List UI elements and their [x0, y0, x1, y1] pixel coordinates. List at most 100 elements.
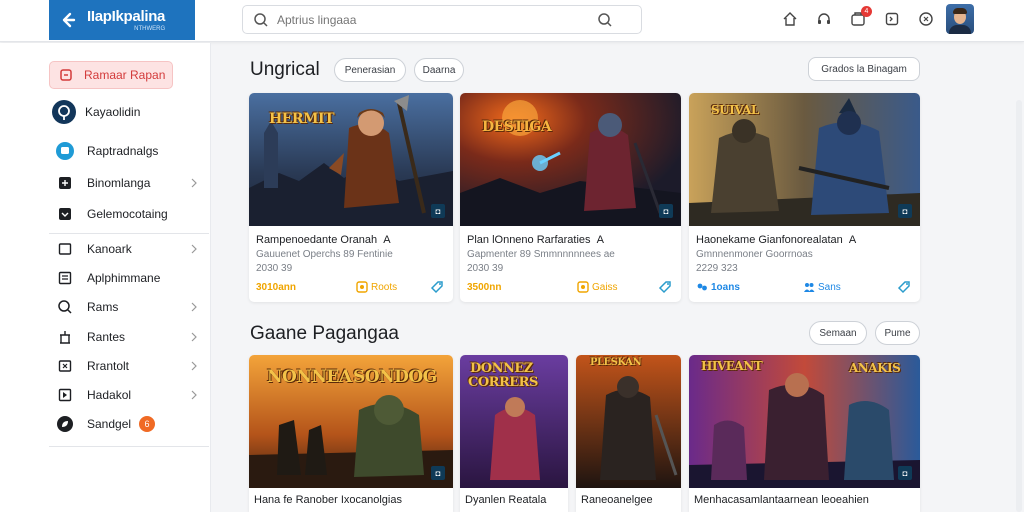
card-title: Raneoanelgee: [581, 494, 653, 506]
coin-icon: [356, 281, 368, 293]
user-avatar[interactable]: [946, 4, 974, 34]
game-logo-text: HIVEANT: [701, 359, 763, 373]
game-logo-text: SUIVAL: [711, 103, 759, 117]
game-artwork: HIVEANT ANAKIS ◘: [689, 355, 920, 488]
tag-icon[interactable]: [896, 279, 912, 295]
sidebar-item-rrantolt[interactable]: Rrantolt: [49, 353, 199, 379]
back-arrow-icon[interactable]: [57, 9, 79, 31]
card-title: Haonekame Gianfonorealatan A: [696, 234, 857, 246]
square-icon: [55, 239, 75, 259]
platform-icon: ◘: [898, 204, 912, 218]
tag-icon[interactable]: [657, 279, 673, 295]
game-artwork: PLESKAN: [576, 355, 681, 488]
game-card[interactable]: DONNEZ CORRERS Dyanlen Reatala: [460, 355, 568, 512]
sandgel-count-badge: 6: [139, 416, 156, 432]
notification-badge: 4: [861, 6, 872, 17]
card-price: 3500nn: [467, 281, 502, 293]
sidebar-item-label: Rantes: [87, 330, 126, 344]
chevron-right-icon: [191, 178, 197, 188]
sidebar-item-kayaolidin[interactable]: Kayaolidin: [49, 99, 199, 125]
sidebar-item-raptradnalgs[interactable]: Raptradnalgs: [49, 138, 199, 164]
sidebar-item-active[interactable]: Ramaar Rapan: [49, 61, 173, 89]
footprint-icon: [697, 283, 707, 291]
card-rating: Gaiss: [577, 281, 618, 293]
card-title: Plan lOnneno Rarfaraties A: [467, 234, 604, 246]
grid-icon: [55, 173, 75, 193]
coin-icon: [577, 281, 589, 293]
game-card[interactable]: NONNEA SONDOG ◘ Hana fe Ranober Ixocanol…: [249, 355, 453, 512]
tag-icon[interactable]: [429, 279, 445, 295]
calendar-icon: [55, 356, 75, 376]
game-logo-text: PLESKAN: [590, 357, 642, 368]
game-artwork: SUIVAL ◘: [689, 93, 920, 226]
sidebar-item-binomlanga[interactable]: Binomlanga: [49, 170, 199, 196]
filter-button[interactable]: Semaan: [809, 321, 867, 345]
card-rating: Sans: [803, 281, 841, 293]
search-submit-icon[interactable]: [597, 12, 613, 28]
sidebar-item-label: Gelemocotaing: [87, 207, 168, 221]
sidebar-item-rantes[interactable]: Rantes: [49, 324, 199, 350]
game-logo-text: DESTIGA: [482, 119, 552, 135]
compass-icon: [51, 99, 77, 125]
filter-button[interactable]: Pume: [875, 321, 920, 345]
section-title: Gaane Pagangaa: [250, 323, 399, 344]
chevron-right-icon: [191, 390, 197, 400]
tower-icon: [55, 327, 75, 347]
headset-icon[interactable]: [814, 9, 834, 29]
sidebar-item-aplphimmane[interactable]: Aplphimmane: [49, 265, 199, 291]
sidebar-item-label: Hadakol: [87, 388, 132, 402]
chevron-right-icon: [191, 244, 197, 254]
game-artwork: NONNEA SONDOG ◘: [249, 355, 453, 488]
search-icon: [254, 12, 268, 27]
scrollbar[interactable]: [1016, 100, 1022, 512]
section-title: Ungrical: [250, 59, 320, 80]
game-logo-text: CORRERS: [468, 375, 538, 390]
sidebar-item-gelemocotaing[interactable]: Gelemocotaing: [49, 201, 199, 227]
sidebar-item-rams[interactable]: Rams: [49, 294, 199, 320]
sidebar-item-label: Ramaar Rapan: [84, 68, 166, 82]
game-card[interactable]: HERMIT ◘ Rampenoedante Oranah A Gauuenet…: [249, 93, 453, 302]
platform-icon: ◘: [431, 204, 445, 218]
sidebar-item-kanoark[interactable]: Kanoark: [49, 236, 199, 262]
game-card[interactable]: DESTIGA ◘ Plan lOnneno Rarfaraties A Gap…: [460, 93, 681, 302]
view-all-button[interactable]: Grados la Binagam: [808, 57, 920, 81]
home-icon[interactable]: [780, 9, 800, 29]
logo-title: IIapIkpalina: [87, 7, 166, 25]
game-card[interactable]: HIVEANT ANAKIS ◘ Menhacasamlantaarnean l…: [689, 355, 920, 512]
chat-icon: [55, 141, 75, 161]
chevron-right-icon: [191, 302, 197, 312]
play-icon: [55, 385, 75, 405]
search-input[interactable]: [277, 12, 597, 27]
filter-button[interactable]: Penerasian: [334, 58, 406, 82]
bookmark-icon[interactable]: [882, 9, 902, 29]
sidebar-item-hadakol[interactable]: Hadakol: [49, 382, 199, 408]
game-logo-text: ANAKIS: [849, 361, 901, 375]
card-title: Dyanlen Reatala: [465, 494, 547, 506]
settings-icon[interactable]: [916, 9, 936, 29]
platform-icon: ◘: [898, 466, 912, 480]
game-card[interactable]: SUIVAL ◘ Haonekame Gianfonorealatan A Gm…: [689, 93, 920, 302]
notifications-icon[interactable]: 4: [848, 6, 872, 29]
list-icon: [55, 268, 75, 288]
sidebar-item-sandgel[interactable]: Sandgel 6: [49, 411, 199, 437]
chevron-right-icon: [191, 332, 197, 342]
filter-button[interactable]: Daarna: [414, 58, 464, 82]
game-card[interactable]: PLESKAN Raneoanelgee: [576, 355, 681, 512]
sidebar: Ramaar Rapan Kayaolidin Raptradnalgs Bin…: [0, 43, 211, 512]
card-price: 3010ann: [256, 281, 297, 293]
sidebar-item-label: Sandgel: [87, 417, 132, 431]
leaf-icon: [55, 414, 75, 434]
card-date: 2030 39: [256, 263, 293, 274]
card-date: 2030 39: [467, 263, 504, 274]
folder-icon: [56, 65, 76, 85]
logo-subtitle: NTHWERG: [134, 25, 166, 32]
sidebar-item-label: Kayaolidin: [85, 105, 141, 119]
card-title: Menhacasamlantaarnean leoeahien: [694, 494, 869, 506]
app-logo[interactable]: IIapIkpalina NTHWERG: [49, 0, 195, 40]
search-bar[interactable]: [242, 5, 642, 34]
sidebar-item-label: Rrantolt: [87, 359, 130, 373]
card-title: Hana fe Ranober Ixocanolgias: [254, 494, 402, 506]
sidebar-item-label: Binomlanga: [87, 176, 151, 190]
sidebar-item-label: Kanoark: [87, 242, 132, 256]
game-logo-text: SONDOG: [353, 367, 437, 387]
